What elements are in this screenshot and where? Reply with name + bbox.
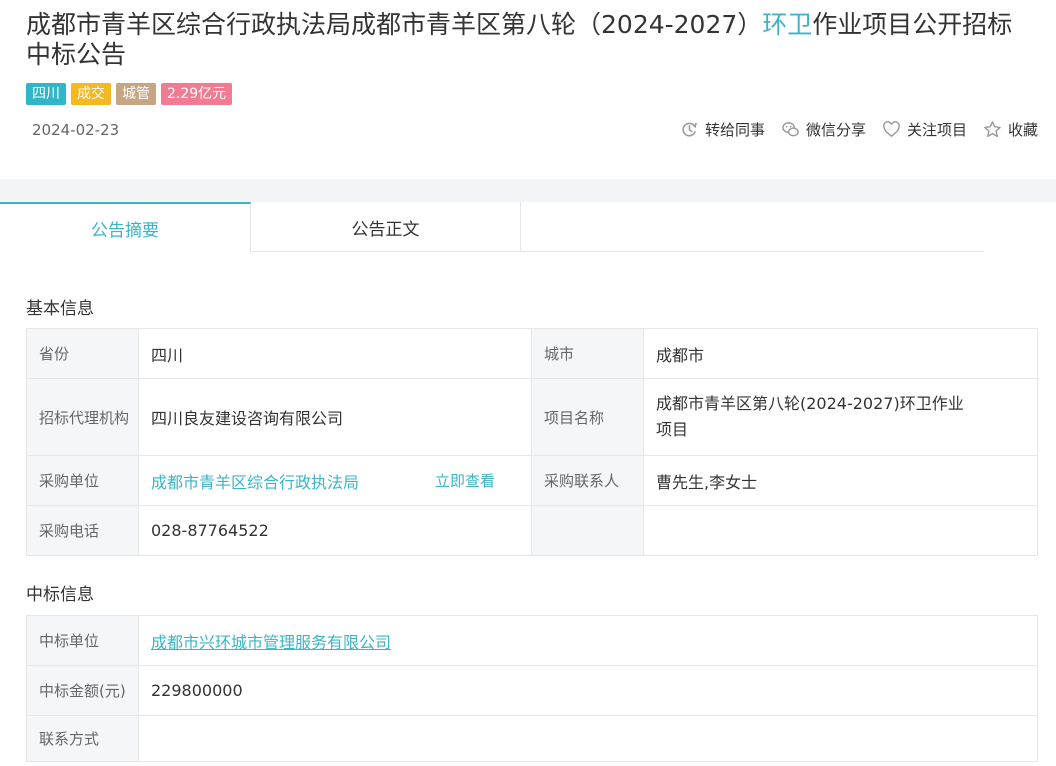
phone-value: 028-87764522 [138, 505, 532, 556]
buyer-contact-value: 曹先生,李女士 [643, 455, 1038, 506]
table-row: 采购电话 028-87764522 [26, 505, 1038, 556]
winner-link[interactable]: 成都市兴环城市管理服务有限公司 [151, 633, 391, 652]
tag-province: 四川 [26, 83, 66, 105]
section-divider [0, 179, 1056, 202]
forward-button[interactable]: 转给同事 [680, 119, 765, 140]
award-amount-value: 229800000 [138, 665, 1038, 716]
project-name-label: 项目名称 [531, 378, 644, 456]
award-info-heading: 中标信息 [26, 585, 94, 605]
tag-category: 城管 [116, 83, 156, 105]
table-row: 省份 四川 城市 成都市 [26, 328, 1038, 379]
title-part-1: 成都市青羊区综合行政执法局成都市青羊区第八轮（2024-2027） [26, 10, 763, 39]
buyer-link[interactable]: 成都市青羊区综合行政执法局 [151, 469, 359, 493]
buyer-label: 采购单位 [26, 455, 139, 506]
title-highlight: 环卫 [762, 10, 813, 39]
wechat-share-button[interactable]: 微信分享 [781, 119, 866, 140]
buyer-contact-label: 采购联系人 [531, 455, 644, 506]
follow-project-button[interactable]: 关注项目 [882, 119, 967, 140]
wechat-icon [782, 122, 799, 137]
table-row: 中标金额(元) 229800000 [26, 665, 1038, 716]
table-row: 采购单位 成都市青羊区综合行政执法局 立即查看 采购联系人 曹先生,李女士 [26, 455, 1038, 506]
view-now-link[interactable]: 立即查看 [435, 470, 495, 491]
favorite-button[interactable]: 收藏 [983, 119, 1038, 140]
province-label: 省份 [26, 328, 139, 379]
city-label: 城市 [531, 328, 644, 379]
basic-info-table: 省份 四川 城市 成都市 招标代理机构 四川良友建设咨询有限公司 项目名称 成都… [26, 328, 1038, 556]
star-icon [984, 121, 1001, 138]
action-bar: 转给同事 微信分享 关注项目 收藏 [680, 119, 1038, 140]
agency-value: 四川良友建设咨询有限公司 [138, 378, 532, 456]
agency-label: 招标代理机构 [26, 378, 139, 456]
forward-label: 转给同事 [704, 121, 765, 139]
follow-project-label: 关注项目 [906, 121, 967, 139]
award-contact-value [138, 715, 1038, 762]
favorite-label: 收藏 [1007, 121, 1038, 139]
award-info-table: 中标单位 成都市兴环城市管理服务有限公司 中标金额(元) 229800000 联… [26, 615, 1038, 762]
project-name-value: 成都市青羊区第八轮(2024-2027)环卫作业项目 [643, 378, 1038, 456]
table-row: 中标单位 成都市兴环城市管理服务有限公司 [26, 615, 1038, 666]
award-contact-label: 联系方式 [26, 715, 139, 762]
award-amount-label: 中标金额(元) [26, 665, 139, 716]
winner-label: 中标单位 [26, 615, 139, 666]
tab-full-text[interactable]: 公告正文 [251, 202, 521, 252]
winner-cell: 成都市兴环城市管理服务有限公司 [138, 615, 1038, 666]
empty-value-cell [643, 505, 1038, 556]
refresh-icon [682, 122, 697, 137]
page-title: 成都市青羊区综合行政执法局成都市青羊区第八轮（2024-2027）环卫作业项目公… [26, 10, 1036, 70]
city-value: 成都市 [643, 328, 1038, 379]
tag-status: 成交 [71, 83, 111, 105]
table-row: 联系方式 [26, 715, 1038, 762]
tab-bar: 公告摘要 公告正文 [0, 202, 984, 253]
province-value: 四川 [138, 328, 532, 379]
wechat-share-label: 微信分享 [805, 121, 866, 139]
table-row: 招标代理机构 四川良友建设咨询有限公司 项目名称 成都市青羊区第八轮(2024-… [26, 378, 1038, 456]
tag-list: 四川 成交 城管 2.29亿元 [26, 83, 233, 105]
phone-label: 采购电话 [26, 505, 139, 556]
tag-amount: 2.29亿元 [161, 83, 233, 105]
heart-icon [883, 121, 900, 138]
publish-date: 2024-02-23 [32, 121, 120, 139]
basic-info-heading: 基本信息 [26, 299, 94, 319]
buyer-cell: 成都市青羊区综合行政执法局 立即查看 [138, 455, 532, 506]
empty-label-cell [531, 505, 644, 556]
tab-summary[interactable]: 公告摘要 [0, 202, 251, 253]
